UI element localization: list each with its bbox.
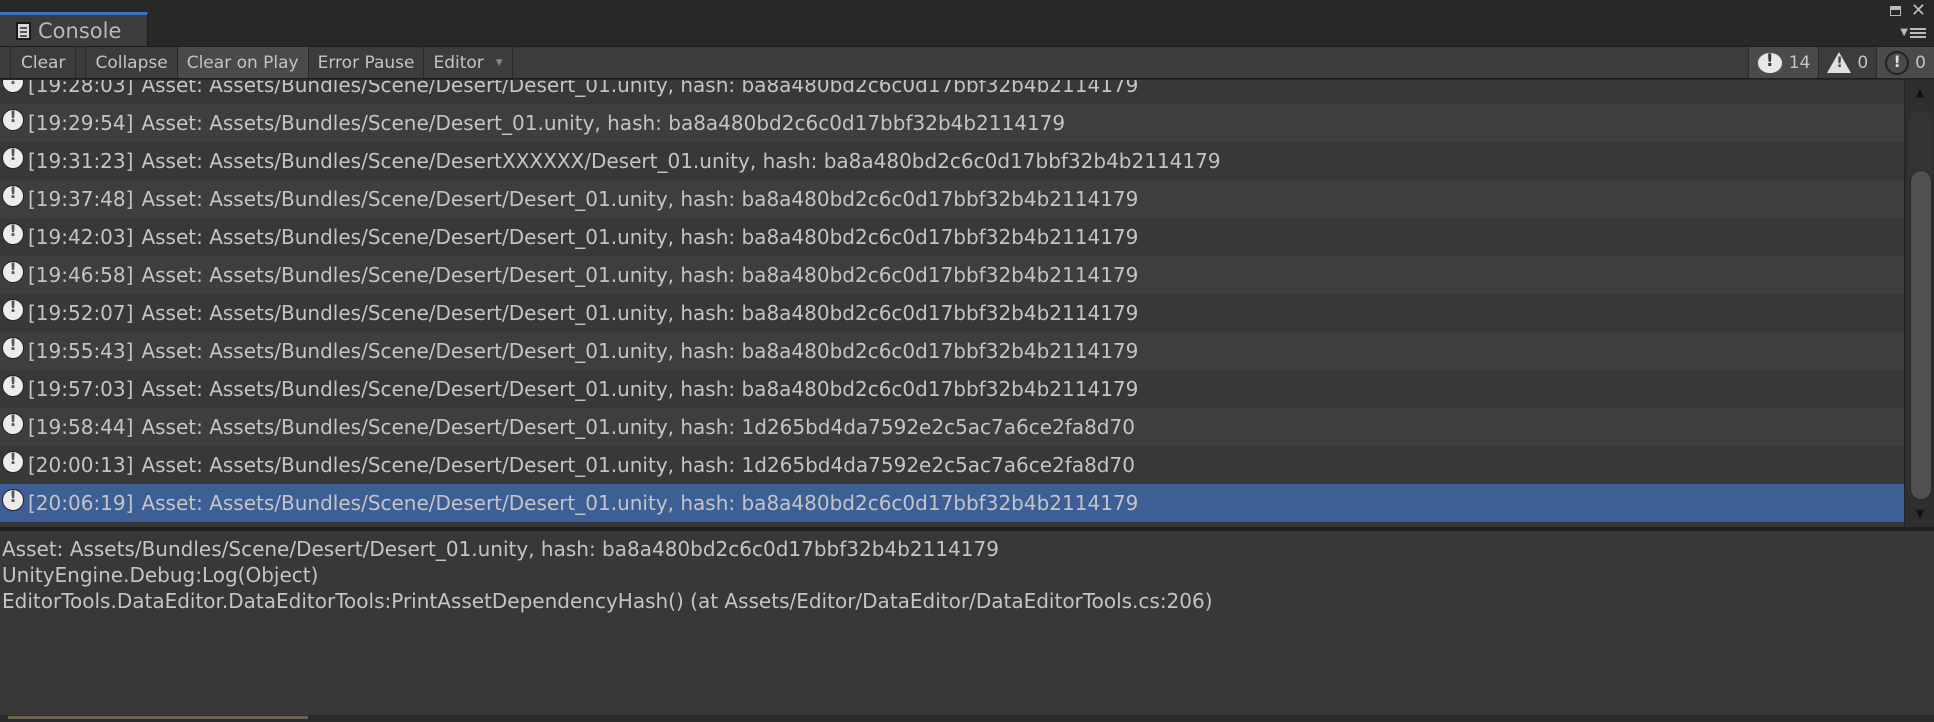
scroll-down-arrow-icon[interactable]: ▼	[1905, 501, 1934, 527]
log-entry-text: [19:55:43]	[28, 339, 134, 363]
info-icon	[2, 80, 24, 93]
scroll-thumb[interactable]	[1910, 170, 1932, 500]
log-entry-message: Asset: Assets/Bundles/Scene/Desert/Deser…	[141, 301, 1139, 325]
log-entry-row[interactable]: [20:00:13] Asset: Assets/Bundles/Scene/De…	[0, 446, 1904, 484]
log-entry-row[interactable]: [19:29:54] Asset: Assets/Bundles/Scene/De…	[0, 104, 1904, 142]
log-entry-message: Asset: Assets/Bundles/Scene/Desert/Deser…	[141, 339, 1139, 363]
log-entry-message: Asset: Assets/Bundles/Scene/Desert/Deser…	[141, 377, 1139, 401]
toolbar-separator	[76, 47, 87, 78]
scroll-up-arrow-icon[interactable]: ▲	[1905, 80, 1934, 106]
console-document-icon	[16, 21, 31, 40]
log-detail-pane: Asset: Assets/Bundles/Scene/Desert/Deser…	[0, 531, 1934, 715]
info-icon	[2, 221, 24, 245]
editor-dropdown[interactable]: Editor ▼	[424, 47, 513, 78]
log-entry-message: Asset: Assets/Bundles/Scene/Desert/Deser…	[141, 80, 1139, 97]
collapse-toggle[interactable]: Collapse	[86, 47, 178, 78]
info-icon	[2, 297, 24, 321]
log-entry-row[interactable]: [19:42:03] Asset: Assets/Bundles/Scene/De…	[0, 218, 1904, 256]
info-icon	[2, 373, 24, 397]
info-icon	[2, 183, 24, 207]
error-icon	[1885, 50, 1910, 75]
log-entry-row[interactable]: [19:46:58] Asset: Assets/Bundles/Scene/De…	[0, 256, 1904, 294]
clear-button[interactable]: Clear	[10, 47, 77, 78]
log-entry-row[interactable]: [20:06:19] Asset: Assets/Bundles/Scene/De…	[0, 484, 1904, 522]
maximize-icon[interactable]	[1889, 6, 1901, 16]
info-icon	[2, 449, 24, 473]
log-entry-text: [19:29:54]	[28, 111, 134, 135]
log-entry-message: Asset: Assets/Bundles/Scene/Desert_01.un…	[141, 111, 1066, 135]
tab-console[interactable]: Console	[0, 12, 148, 46]
error-count: 0	[1915, 52, 1926, 73]
info-icon	[2, 335, 24, 359]
editor-dropdown-label: Editor	[433, 52, 484, 73]
log-entry-text: [19:28:03]	[28, 80, 134, 97]
log-entry-text: [20:00:13]	[28, 453, 134, 477]
log-entry-text: [19:58:44]	[28, 415, 134, 439]
log-entry-message: Asset: Assets/Bundles/Scene/Desert/Deser…	[141, 415, 1135, 439]
log-rows: [19:28:03] Asset: Assets/Bundles/Scene/De…	[0, 80, 1904, 522]
clear-on-play-toggle[interactable]: Clear on Play	[177, 47, 309, 78]
error-pause-toggle[interactable]: Error Pause	[308, 47, 425, 78]
warning-icon	[1827, 52, 1852, 73]
scroll-track[interactable]	[1908, 110, 1932, 500]
log-entry-message: Asset: Assets/Bundles/Scene/Desert/Deser…	[141, 453, 1135, 477]
info-icon	[2, 411, 24, 435]
log-entry-row[interactable]: [19:55:43] Asset: Assets/Bundles/Scene/De…	[0, 332, 1904, 370]
log-entry-text: [19:57:03]	[28, 377, 134, 401]
log-entry-row[interactable]: [19:57:03] Asset: Assets/Bundles/Scene/De…	[0, 370, 1904, 408]
log-entry-text: [19:46:58]	[28, 263, 134, 287]
info-log-toggle[interactable]: 14	[1747, 47, 1819, 78]
log-list[interactable]: [19:28:03] Asset: Assets/Bundles/Scene/De…	[0, 80, 1904, 527]
log-entry-text: [19:52:07]	[28, 301, 134, 325]
log-entry-text: [20:06:19]	[28, 491, 134, 515]
log-entry-message: Asset: Assets/Bundles/Scene/Desert/Deser…	[141, 263, 1139, 287]
log-entry-message: Asset: Assets/Bundles/Scene/Desert/Deser…	[141, 225, 1139, 249]
chevron-down-icon: ▼	[495, 57, 503, 68]
panel-menu-button[interactable]: ▼	[1900, 27, 1926, 38]
log-entry-text: [19:37:48]	[28, 187, 134, 211]
log-entry-message: Asset: Assets/Bundles/Scene/Desert/Deser…	[141, 491, 1139, 515]
info-icon	[2, 145, 24, 169]
log-entry-message: Asset: Assets/Bundles/Scene/DesertXXXXXX…	[141, 149, 1221, 173]
log-list-scrollbar[interactable]: ▲ ▼	[1904, 80, 1934, 527]
bottom-edge	[0, 715, 1934, 722]
hamburger-icon	[1910, 27, 1926, 38]
info-icon	[2, 107, 24, 131]
log-entry-message: Asset: Assets/Bundles/Scene/Desert/Deser…	[141, 187, 1139, 211]
log-entry-row[interactable]: [19:58:44] Asset: Assets/Bundles/Scene/De…	[0, 408, 1904, 446]
dropdown-triangle-icon: ▼	[1900, 27, 1908, 38]
window-controls: ✕	[1889, 2, 1926, 20]
warning-count: 0	[1857, 52, 1869, 73]
info-icon	[1756, 51, 1783, 74]
warning-log-toggle[interactable]: 0	[1818, 47, 1876, 78]
tab-label: Console	[38, 18, 122, 43]
log-entry-row[interactable]: [19:31:23] Asset: Assets/Bundles/Scene/De…	[0, 142, 1904, 180]
error-log-toggle[interactable]: 0	[1876, 47, 1934, 78]
tab-bar: Console ✕ ▼	[0, 0, 1934, 46]
info-count: 14	[1788, 52, 1811, 73]
log-entry-row[interactable]: [19:28:03] Asset: Assets/Bundles/Scene/De…	[0, 80, 1904, 104]
info-icon	[2, 487, 24, 511]
close-icon[interactable]: ✕	[1911, 2, 1926, 20]
log-entry-row[interactable]: [19:52:07] Asset: Assets/Bundles/Scene/De…	[0, 294, 1904, 332]
detail-stack-line: UnityEngine.Debug:Log(Object)	[2, 563, 319, 587]
info-icon	[2, 259, 24, 283]
log-entry-text: [19:31:23]	[28, 149, 134, 173]
console-toolbar: Clear Collapse Clear on Play Error Pause…	[0, 46, 1934, 79]
detail-stack-line-link[interactable]: EditorTools.DataEditor.DataEditorTools:P…	[2, 588, 1932, 614]
log-entry-text: [19:42:03]	[28, 225, 134, 249]
detail-message: Asset: Assets/Bundles/Scene/Desert/Deser…	[2, 537, 999, 561]
log-entry-row[interactable]: [19:37:48] Asset: Assets/Bundles/Scene/De…	[0, 180, 1904, 218]
